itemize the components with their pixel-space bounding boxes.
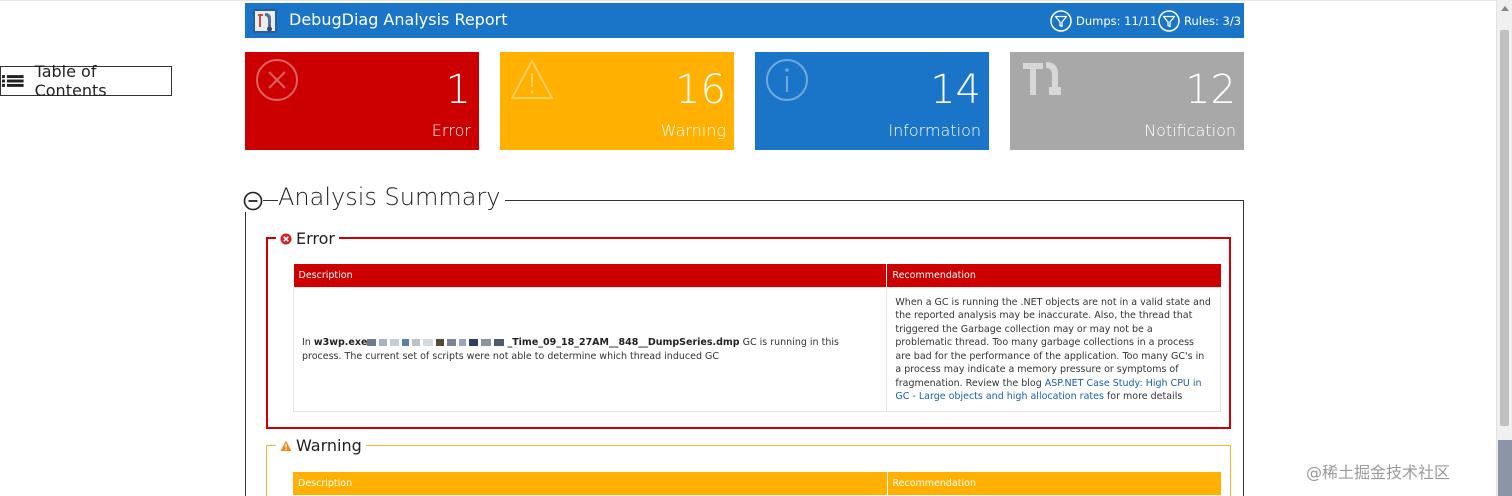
info-circle-icon <box>766 59 808 101</box>
notification-count: 12 <box>1185 67 1236 113</box>
dump-file-name-start: w3wp.exe <box>313 337 368 348</box>
top-border <box>0 0 1496 1</box>
recommendation-text-end: for more details <box>1103 391 1183 402</box>
warning-count: 16 <box>675 67 726 113</box>
notification-label: Notification <box>1144 121 1236 140</box>
filter-icon <box>1158 10 1180 32</box>
error-recommendation-cell: When a GC is running the .NET objects ar… <box>886 287 1221 412</box>
error-count: 1 <box>445 67 471 113</box>
warning-table: Description Recommendation <box>293 472 1221 495</box>
warning-triangle-icon <box>511 60 553 99</box>
information-label: Information <box>888 121 981 140</box>
warning-legend: Warning <box>276 436 366 455</box>
error-x-icon <box>280 233 292 244</box>
summary-divider <box>263 200 278 201</box>
dump-file-name-end: _Time_09_18_27AM__848__DumpSeries.dmp <box>507 337 740 348</box>
warning-triangle-icon <box>280 440 292 451</box>
rules-count: Rules: 3/3 <box>1184 14 1242 28</box>
information-tile[interactable]: 14 Information <box>755 52 989 150</box>
column-header-description: Description <box>293 264 887 288</box>
report-title: DebugDiag Analysis Report <box>289 10 508 29</box>
debugdiag-logo-icon <box>253 9 277 33</box>
warning-label: Warning <box>660 121 726 140</box>
error-description-cell: In w3wp.exe _Time_09_18_27AM__848__DumpSe… <box>292 287 888 412</box>
recommendation-text: When a GC is running the .NET objects ar… <box>895 296 1211 389</box>
report-header: DebugDiag Analysis Report Dumps: 11/11 R… <box>245 3 1244 38</box>
redacted-text <box>367 337 507 348</box>
scrollbar-thumb[interactable] <box>1500 30 1509 426</box>
rules-filter[interactable]: Rules: 3/3 <box>1158 10 1241 32</box>
table-of-contents-button[interactable]: Table of Contents <box>0 62 172 100</box>
list-icon <box>2 75 24 87</box>
summary-divider <box>470 200 1244 201</box>
warning-tile[interactable]: 16 Warning <box>500 52 734 150</box>
summary-border <box>245 212 246 496</box>
collapse-minus-icon[interactable] <box>243 191 263 211</box>
warning-legend-label: Warning <box>296 436 362 455</box>
column-header-recommendation: Recommendation <box>886 264 1221 288</box>
table-row: In w3wp.exe _Time_09_18_27AM__848__DumpSe… <box>292 287 1221 412</box>
error-tile[interactable]: 1 Error <box>245 52 479 150</box>
watermark: @稀土掘金技术社区 <box>1306 463 1451 482</box>
tools-icon <box>1023 62 1061 95</box>
information-count: 14 <box>930 67 981 113</box>
background-window-edge <box>1498 440 1512 496</box>
notification-tile[interactable]: 12 Notification <box>1010 52 1244 150</box>
circle-x-icon <box>256 59 298 101</box>
column-header-recommendation: Recommendation <box>886 472 1221 495</box>
error-legend-label: Error <box>296 229 335 248</box>
scroll-up-arrow-icon[interactable] <box>1501 6 1509 11</box>
toc-label: Table of Contents <box>34 62 107 100</box>
summary-border <box>1243 200 1244 496</box>
dumps-count: Dumps: 11/11 <box>1076 14 1158 28</box>
error-table: Description Recommendation In w3wp.exe _T… <box>292 264 1221 412</box>
analysis-summary-title: Analysis Summary <box>278 183 505 211</box>
error-legend: Error <box>276 229 339 248</box>
error-label: Error <box>431 121 471 140</box>
column-header-description: Description <box>293 472 887 495</box>
vertical-scrollbar[interactable] <box>1496 0 1512 496</box>
description-prefix: In <box>302 337 314 348</box>
filter-icon <box>1050 10 1072 32</box>
dumps-filter[interactable]: Dumps: 11/11 <box>1050 10 1157 32</box>
